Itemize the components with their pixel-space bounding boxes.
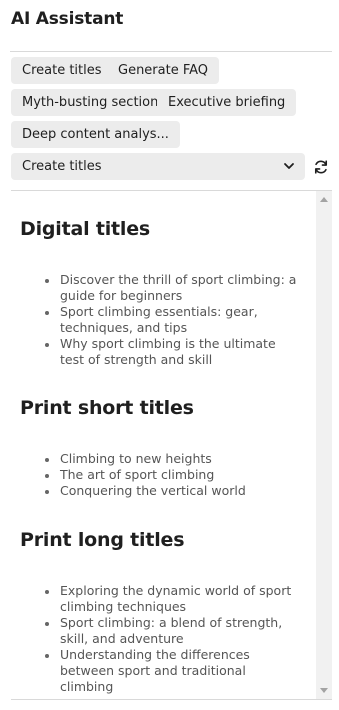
section-heading-digital: Digital titles [20, 218, 151, 240]
section-heading-print-short: Print short titles [20, 397, 194, 419]
chevron-down-icon [284, 163, 294, 169]
results-content: Digital titles Discover the thrill of sp… [11, 191, 314, 699]
panel-title: AI Assistant [11, 9, 124, 29]
print-long-titles-list: Exploring the dynamic world of sport cli… [41, 583, 301, 695]
results-area: Digital titles Discover the thrill of sp… [11, 190, 332, 700]
section-heading-print-long: Print long titles [20, 529, 185, 551]
list-item: The art of sport climbing [41, 467, 301, 483]
list-item: Sport climbing essentials: gear, techniq… [41, 304, 301, 336]
results-scrollbar[interactable] [316, 191, 332, 699]
mode-select[interactable]: Create titles [11, 153, 305, 180]
generate-faq-button[interactable]: Generate FAQ [107, 57, 220, 84]
list-item: Climbing to new heights [41, 451, 301, 467]
executive-briefing-button[interactable]: Executive briefing [157, 89, 297, 116]
myth-busting-button[interactable]: Myth-busting section [11, 89, 170, 116]
digital-titles-list: Discover the thrill of sport climbing: a… [41, 272, 301, 368]
ai-assistant-panel: AI Assistant Create titles Generate FAQ … [0, 0, 339, 710]
list-item: Conquering the vertical world [41, 483, 301, 499]
list-item: Discover the thrill of sport climbing: a… [41, 272, 301, 304]
list-item: Sport climbing: a blend of strength, ski… [41, 615, 301, 647]
deep-content-analysis-button[interactable]: Deep content analys... [11, 121, 180, 148]
list-item: Why sport climbing is the ultimate test … [41, 336, 301, 368]
list-item: Understanding the differences between sp… [41, 647, 301, 695]
print-short-titles-list: Climbing to new heights The art of sport… [41, 451, 301, 499]
mode-select-value: Create titles [22, 159, 102, 174]
mode-select-row: Create titles [11, 153, 333, 180]
refresh-icon[interactable] [312, 158, 330, 176]
header-divider [10, 51, 332, 52]
scroll-up-arrow-icon[interactable] [320, 197, 328, 202]
create-titles-button[interactable]: Create titles [11, 57, 113, 84]
scroll-down-arrow-icon[interactable] [320, 688, 328, 693]
list-item: Exploring the dynamic world of sport cli… [41, 583, 301, 615]
